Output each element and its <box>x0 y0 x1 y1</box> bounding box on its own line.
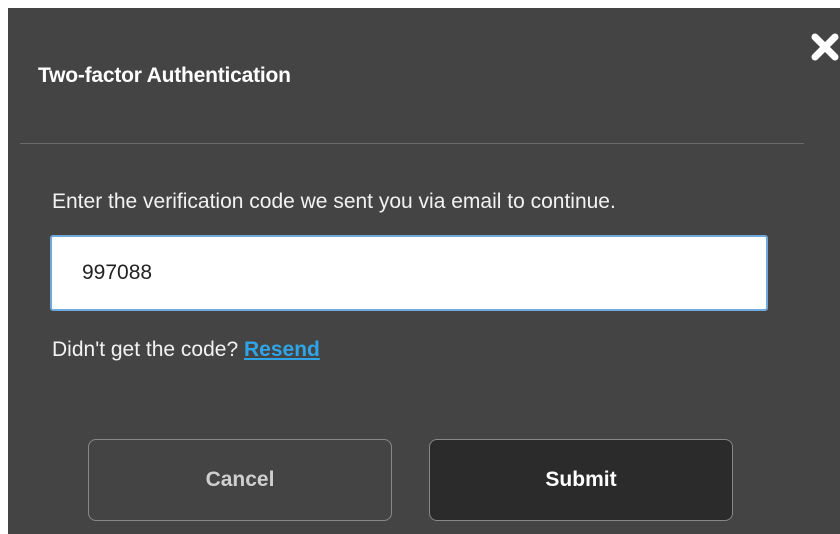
resend-prompt: Didn't get the code? <box>52 338 244 361</box>
dialog-title: Two-factor Authentication <box>38 64 291 87</box>
instructions-text: Enter the verification code we sent you … <box>52 190 616 213</box>
close-button[interactable] <box>810 32 840 62</box>
cancel-button[interactable]: Cancel <box>88 439 392 521</box>
resend-link[interactable]: Resend <box>244 338 320 361</box>
submit-button[interactable]: Submit <box>429 439 733 521</box>
two-factor-dialog: Two-factor Authentication Enter the veri… <box>8 8 840 534</box>
close-icon <box>811 33 839 61</box>
verification-code-input[interactable] <box>50 235 768 311</box>
divider <box>20 143 804 144</box>
resend-row: Didn't get the code? Resend <box>52 336 320 364</box>
